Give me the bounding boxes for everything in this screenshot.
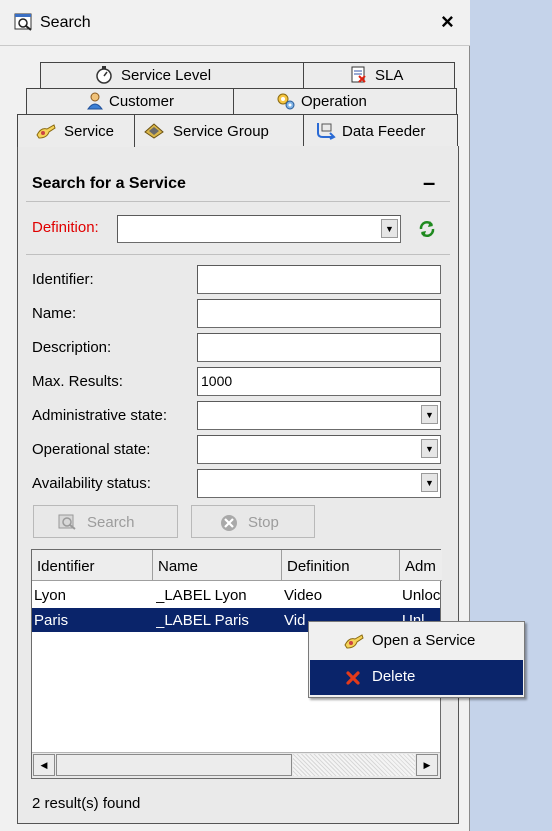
operational-state-select[interactable]: ▼	[197, 435, 441, 464]
gears-icon	[277, 93, 295, 110]
horizontal-scrollbar[interactable]: ◀ ▶	[32, 752, 440, 778]
menu-item-delete[interactable]: Delete	[310, 660, 523, 695]
operational-state-label: Operational state:	[32, 441, 151, 458]
service-hand-icon	[36, 124, 56, 139]
tab-operation[interactable]: Operation	[233, 88, 457, 114]
tab-service-group-label: Service Group	[173, 123, 269, 140]
definition-divider	[26, 254, 450, 255]
name-field[interactable]	[197, 299, 441, 328]
chevron-down-icon[interactable]: ▼	[381, 219, 398, 238]
table-cell: _LABEL Paris	[156, 612, 249, 629]
description-label: Description:	[32, 339, 112, 356]
table-cell: Video	[284, 587, 323, 604]
tab-customer[interactable]: Customer	[26, 88, 236, 114]
service-hand-icon	[344, 634, 364, 649]
max-results-field[interactable]: 1000	[197, 367, 441, 396]
tab-operation-label: Operation	[301, 93, 367, 110]
table-cell: Unloc	[402, 587, 440, 604]
section-title: Search for a Service	[32, 175, 186, 192]
search-window-icon	[14, 13, 32, 31]
scroll-left-icon[interactable]: ◀	[33, 754, 55, 776]
identifier-field[interactable]	[197, 265, 441, 294]
tab-sla[interactable]: SLA	[303, 62, 455, 88]
table-cell: _LABEL Lyon	[156, 587, 247, 604]
chevron-down-icon[interactable]: ▼	[421, 439, 438, 458]
chevron-down-icon[interactable]: ▼	[421, 473, 438, 492]
tab-data-feeder[interactable]: Data Feeder	[303, 114, 458, 146]
menu-item-open-service[interactable]: Open a Service	[310, 623, 523, 659]
column-header-name[interactable]: Name	[153, 550, 282, 581]
tab-service-label: Service	[64, 123, 115, 140]
data-feeder-icon	[317, 123, 336, 140]
max-results-label: Max. Results:	[32, 373, 123, 390]
context-menu: Open a Service Delete	[308, 621, 525, 698]
table-cell: Vid	[284, 612, 306, 629]
availability-status-select[interactable]: ▼	[197, 469, 441, 498]
delete-icon	[346, 671, 360, 685]
identifier-label: Identifier:	[32, 271, 94, 288]
max-results-value: 1000	[201, 373, 233, 389]
person-icon	[87, 92, 103, 110]
menu-item-label: Delete	[372, 668, 416, 685]
title-bar: Search ×	[0, 0, 470, 46]
table-cell: Lyon	[34, 587, 66, 604]
close-icon[interactable]: ×	[441, 9, 454, 35]
sla-document-icon	[351, 66, 366, 83]
column-header-definition[interactable]: Definition	[282, 550, 400, 581]
results-count: 2 result(s) found	[32, 795, 141, 812]
tab-customer-label: Customer	[109, 93, 175, 110]
section-divider	[26, 201, 450, 202]
tab-service-group[interactable]: Service Group	[132, 114, 305, 146]
scroll-right-icon[interactable]: ▶	[416, 754, 438, 776]
definition-select[interactable]: ▼	[117, 215, 401, 243]
column-header-administrative[interactable]: Adm	[400, 550, 442, 581]
tab-service-level-label: Service Level	[121, 67, 212, 84]
refresh-icon[interactable]	[416, 218, 438, 240]
stop-icon	[221, 515, 237, 531]
administrative-state-select[interactable]: ▼	[197, 401, 441, 430]
administrative-state-label: Administrative state:	[32, 407, 168, 424]
search-button-label: Search	[87, 514, 135, 531]
stopwatch-icon	[96, 66, 112, 84]
window-title: Search	[40, 14, 91, 31]
search-button[interactable]: Search	[33, 505, 178, 538]
column-header-identifier[interactable]: Identifier	[32, 550, 153, 581]
scrollbar-thumb[interactable]	[56, 754, 292, 776]
tab-service-level[interactable]: Service Level	[40, 62, 311, 88]
definition-label: Definition:	[32, 219, 99, 236]
availability-status-label: Availability status:	[32, 475, 151, 492]
search-icon	[58, 514, 76, 530]
table-row[interactable]: Lyon _LABEL Lyon Video Unloc	[32, 583, 440, 607]
tab-sla-label: SLA	[375, 67, 404, 84]
chevron-down-icon[interactable]: ▼	[421, 405, 438, 424]
stop-button-label: Stop	[248, 514, 279, 531]
tab-data-feeder-label: Data Feeder	[342, 123, 426, 140]
scrollbar-track[interactable]	[293, 754, 415, 776]
menu-item-label: Open a Service	[372, 632, 476, 649]
name-label: Name:	[32, 305, 77, 322]
stop-button[interactable]: Stop	[191, 505, 315, 538]
collapse-icon[interactable]: –	[423, 170, 435, 196]
description-field[interactable]	[197, 333, 441, 362]
service-group-icon	[144, 123, 164, 139]
tab-service[interactable]: Service	[17, 114, 135, 147]
table-cell: Paris	[34, 612, 69, 629]
